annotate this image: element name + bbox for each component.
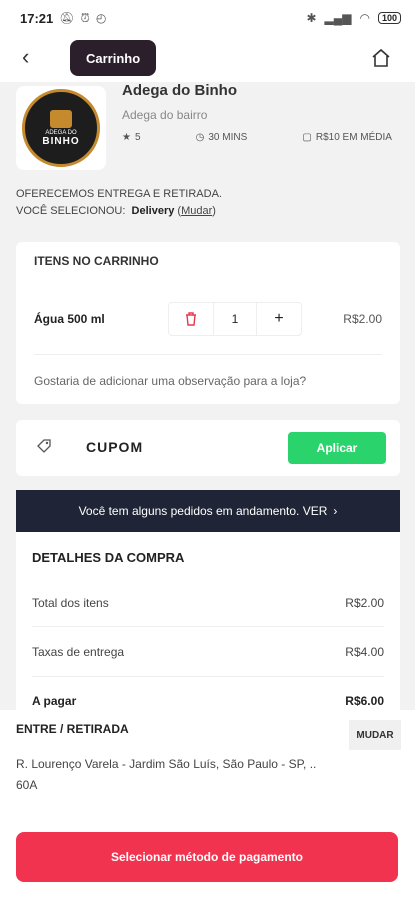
details-row-delivery-fee: Taxas de entrega R$4.00 bbox=[32, 645, 384, 659]
trash-icon[interactable] bbox=[169, 303, 213, 335]
details-value: R$2.00 bbox=[345, 596, 384, 610]
divider bbox=[32, 626, 384, 627]
store-name: Adega do Binho bbox=[122, 82, 237, 99]
change-address-button[interactable]: MUDAR bbox=[349, 720, 401, 750]
wallet-icon: ▢ bbox=[302, 132, 312, 143]
details-value: R$6.00 bbox=[345, 694, 384, 708]
home-icon[interactable] bbox=[371, 48, 391, 73]
bottom-sheet: ENTRE / RETIRADA MUDAR R. Lourenço Varel… bbox=[0, 710, 415, 900]
select-payment-button[interactable]: Selecionar método de pagamento bbox=[16, 832, 398, 882]
details-label: A pagar bbox=[32, 694, 77, 708]
chevron-right-icon: › bbox=[333, 504, 338, 518]
details-label: Taxas de entrega bbox=[32, 645, 125, 659]
timer-icon: ◴ bbox=[95, 11, 107, 25]
rating-value: 5 bbox=[134, 132, 141, 143]
mute-icon: 🔕︎ bbox=[59, 11, 75, 25]
status-time: 17:21 bbox=[20, 10, 54, 26]
scroll-content[interactable]: ADEGA DO BINHO Adega do Binho Adega do b… bbox=[0, 82, 415, 710]
back-arrow-icon[interactable]: ‹ bbox=[22, 44, 29, 70]
coupon-card: CUPOM Aplicar bbox=[16, 420, 400, 476]
item-name: Água 500 ml bbox=[34, 312, 105, 326]
delivery-time-value: 30 MINS bbox=[208, 132, 248, 143]
selected-prefix: VOCÊ SELECIONOU: bbox=[16, 205, 126, 217]
address-line-2: 60A bbox=[16, 778, 38, 792]
delivery-time: ◷ 30 MINS bbox=[196, 132, 248, 143]
store-logo: ADEGA DO BINHO bbox=[16, 86, 106, 170]
details-label: Total dos itens bbox=[32, 596, 109, 610]
change-delivery-link[interactable]: Mudar bbox=[181, 205, 212, 217]
selected-mode: Delivery bbox=[131, 205, 175, 217]
page-title: Carrinho bbox=[70, 40, 157, 76]
rating: ★ 5 bbox=[122, 132, 141, 143]
details-title: DETALHES DA COMPRA bbox=[32, 550, 185, 565]
top-app-bar: ‹ Carrinho bbox=[0, 36, 415, 82]
details-row-items-total: Total dos itens R$2.00 bbox=[32, 596, 384, 610]
signal-icon: ▂▄▆ bbox=[324, 11, 352, 25]
divider bbox=[32, 676, 384, 677]
details-row-to-pay: A pagar R$6.00 bbox=[32, 694, 384, 708]
coupon-label: CUPOM bbox=[86, 439, 144, 455]
status-left: 17:21 🔕︎ ⏰︎ ◴ bbox=[20, 11, 106, 26]
store-subtitle: Adega do bairro bbox=[122, 108, 208, 122]
quantity-stepper: 1 + bbox=[168, 302, 302, 336]
delivery-selection: VOCÊ SELECIONOU: Delivery (Mudar) bbox=[16, 205, 216, 217]
cart-card: ITENS NO CARRINHO Água 500 ml 1 + R$2.00… bbox=[16, 242, 400, 404]
divider bbox=[34, 354, 382, 355]
cart-item-row: Água 500 ml 1 + R$2.00 bbox=[16, 302, 400, 338]
quantity-value: 1 bbox=[213, 303, 257, 335]
address-line-1: R. Lourenço Varela - Jardim São Luís, Sã… bbox=[16, 757, 317, 771]
bluetooth-icon: ✱ bbox=[306, 11, 317, 25]
orders-in-progress-banner[interactable]: Você tem alguns pedidos em andamento. VE… bbox=[16, 490, 400, 532]
status-bar: 17:21 🔕︎ ⏰︎ ◴ ✱ ▂▄▆ ◠ 100 bbox=[0, 0, 415, 36]
plus-icon[interactable]: + bbox=[257, 303, 301, 335]
store-header: ADEGA DO BINHO Adega do Binho Adega do b… bbox=[0, 82, 415, 232]
details-value: R$4.00 bbox=[345, 645, 384, 659]
status-right: ✱ ▂▄▆ ◠ 100 bbox=[306, 11, 401, 25]
star-icon: ★ bbox=[122, 132, 131, 143]
orders-banner-text: Você tem alguns pedidos em andamento. VE… bbox=[78, 504, 328, 518]
delivery-options-text: OFERECEMOS ENTREGA E RETIRADA. bbox=[16, 188, 222, 200]
average-price: ▢ R$10 EM MÉDIA bbox=[302, 132, 392, 143]
apply-coupon-button[interactable]: Aplicar bbox=[288, 432, 386, 464]
wifi-icon: ◠ bbox=[359, 11, 370, 25]
address-text: R. Lourenço Varela - Jardim São Luís, Sã… bbox=[16, 754, 356, 796]
beer-mug-icon bbox=[50, 109, 72, 128]
tag-icon bbox=[36, 438, 52, 457]
logo-text-bottom: BINHO bbox=[42, 135, 80, 147]
item-price: R$2.00 bbox=[343, 312, 382, 326]
store-logo-badge: ADEGA DO BINHO bbox=[22, 89, 100, 167]
purchase-details: DETALHES DA COMPRA Total dos itens R$2.0… bbox=[16, 532, 400, 710]
battery-icon: 100 bbox=[377, 12, 401, 24]
clock-icon: ◷ bbox=[195, 132, 205, 143]
cart-title: ITENS NO CARRINHO bbox=[34, 254, 159, 268]
alarm-icon: ⏰︎ bbox=[80, 10, 90, 25]
store-meta: ★ 5 ◷ 30 MINS ▢ R$10 EM MÉDIA bbox=[122, 132, 392, 143]
address-title: ENTRE / RETIRADA bbox=[16, 722, 129, 736]
delivery-info: OFERECEMOS ENTREGA E RETIRADA. VOCÊ SELE… bbox=[16, 186, 222, 220]
average-price-value: R$10 EM MÉDIA bbox=[315, 132, 392, 143]
observation-input[interactable]: Gostaria de adicionar uma observação par… bbox=[34, 374, 306, 388]
